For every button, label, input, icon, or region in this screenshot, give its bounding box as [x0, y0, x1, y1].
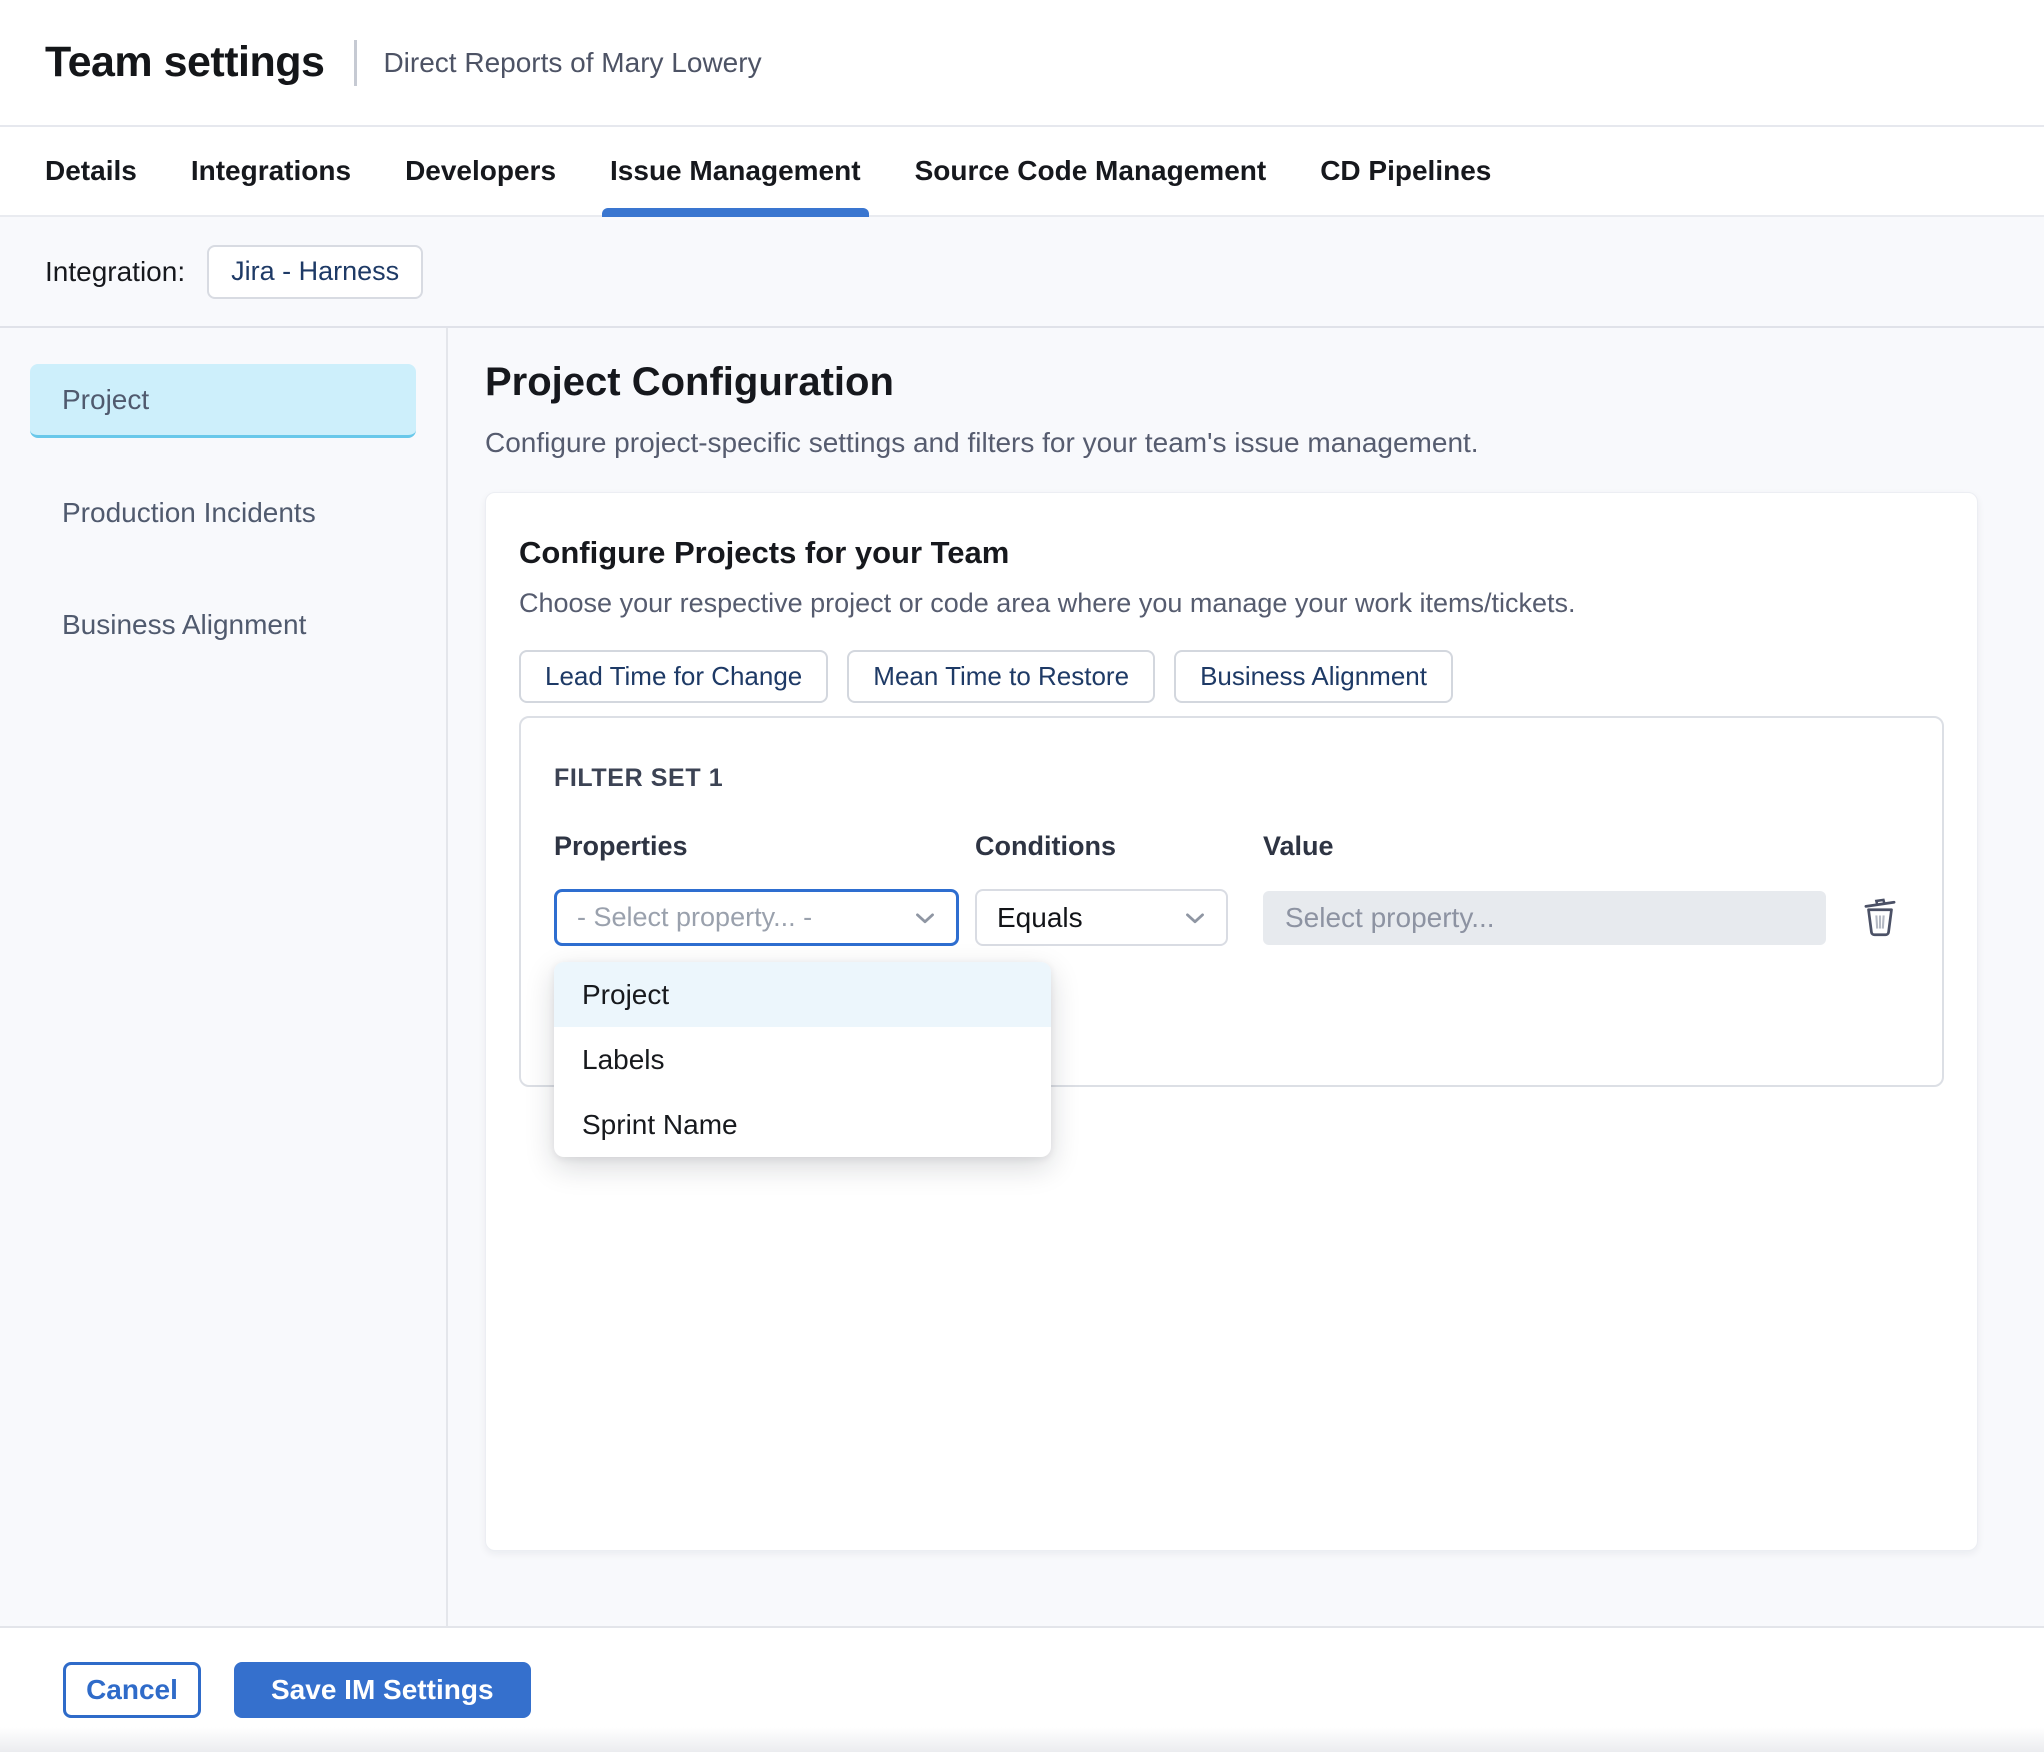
chip-business-alignment[interactable]: Business Alignment	[1174, 650, 1453, 703]
team-name-subtitle: Direct Reports of Mary Lowery	[383, 46, 762, 78]
properties-select[interactable]: - Select property... -	[554, 889, 959, 946]
save-im-settings-button[interactable]: Save IM Settings	[234, 1662, 531, 1718]
tab-developers[interactable]: Developers	[397, 127, 564, 215]
configure-projects-card: Configure Projects for your Team Choose …	[485, 492, 1978, 1551]
integration-bar: Integration: Jira - Harness	[0, 217, 2044, 328]
dropdown-option-project[interactable]: Project	[554, 962, 1051, 1027]
page: Team settings Direct Reports of Mary Low…	[0, 0, 2044, 1752]
chip-lead-time-for-change[interactable]: Lead Time for Change	[519, 650, 829, 703]
dropdown-option-sprint-name[interactable]: Sprint Name	[554, 1092, 1051, 1157]
integration-label: Integration:	[45, 255, 186, 287]
page-header: Team settings Direct Reports of Mary Low…	[0, 0, 2044, 125]
chevron-down-icon	[910, 903, 940, 933]
settings-sidebar: Project Production Incidents Business Al…	[0, 328, 448, 1626]
value-column: Value	[1263, 831, 1826, 946]
cancel-button[interactable]: Cancel	[63, 1662, 201, 1718]
dropdown-option-labels[interactable]: Labels	[554, 1027, 1051, 1092]
chevron-down-icon	[1180, 903, 1210, 933]
filter-row: Properties - Select property... - Projec…	[554, 831, 1909, 1157]
sidebar-item-production-incidents[interactable]: Production Incidents	[30, 476, 416, 550]
filter-set-title: FILTER SET 1	[554, 764, 724, 792]
conditions-selected-value: Equals	[997, 901, 1083, 933]
trash-icon	[1856, 892, 1904, 943]
filter-set-card: FILTER SET 1 Properties - Select propert…	[519, 716, 1944, 1157]
conditions-select[interactable]: Equals	[975, 889, 1228, 946]
value-label: Value	[1263, 831, 1334, 861]
tab-issue-management[interactable]: Issue Management	[602, 127, 869, 217]
section-subtitle: Configure project-specific settings and …	[485, 427, 1479, 458]
tab-cd-pipelines[interactable]: CD Pipelines	[1312, 127, 1499, 215]
properties-select-wrap: - Select property... - Project Labels Sp…	[554, 889, 1051, 1157]
sidebar-item-project[interactable]: Project	[30, 364, 416, 438]
sidebar-item-business-alignment[interactable]: Business Alignment	[30, 588, 416, 662]
properties-dropdown-menu: Project Labels Sprint Name	[554, 962, 1051, 1157]
properties-column: Properties - Select property... - Projec…	[554, 831, 1051, 1157]
header-divider	[354, 39, 358, 86]
page-title: Team settings	[45, 38, 325, 86]
main-panel: Project Configuration Configure project-…	[448, 328, 2044, 1626]
footer-action-bar: Cancel Save IM Settings	[0, 1626, 2044, 1752]
delete-filter-button[interactable]	[1856, 889, 1904, 946]
properties-label: Properties	[554, 831, 688, 861]
tab-integrations[interactable]: Integrations	[183, 127, 359, 215]
conditions-label: Conditions	[975, 831, 1116, 861]
content-layout: Project Production Incidents Business Al…	[0, 328, 2044, 1626]
tab-bar: Details Integrations Developers Issue Ma…	[0, 125, 2044, 217]
conditions-column: Conditions Equals	[975, 831, 1228, 946]
delete-filter-column	[1856, 831, 1904, 946]
metric-chip-row: Lead Time for Change Mean Time to Restor…	[519, 650, 1944, 703]
card-title: Configure Projects for your Team	[519, 535, 1010, 570]
section-title: Project Configuration	[485, 360, 894, 404]
tab-source-code-management[interactable]: Source Code Management	[907, 127, 1275, 215]
value-input[interactable]	[1263, 891, 1826, 945]
chip-mean-time-to-restore[interactable]: Mean Time to Restore	[847, 650, 1156, 703]
tab-details[interactable]: Details	[37, 127, 145, 215]
card-subtitle: Choose your respective project or code a…	[519, 588, 1576, 618]
integration-chip[interactable]: Jira - Harness	[207, 244, 424, 299]
properties-placeholder: - Select property... -	[577, 902, 813, 932]
